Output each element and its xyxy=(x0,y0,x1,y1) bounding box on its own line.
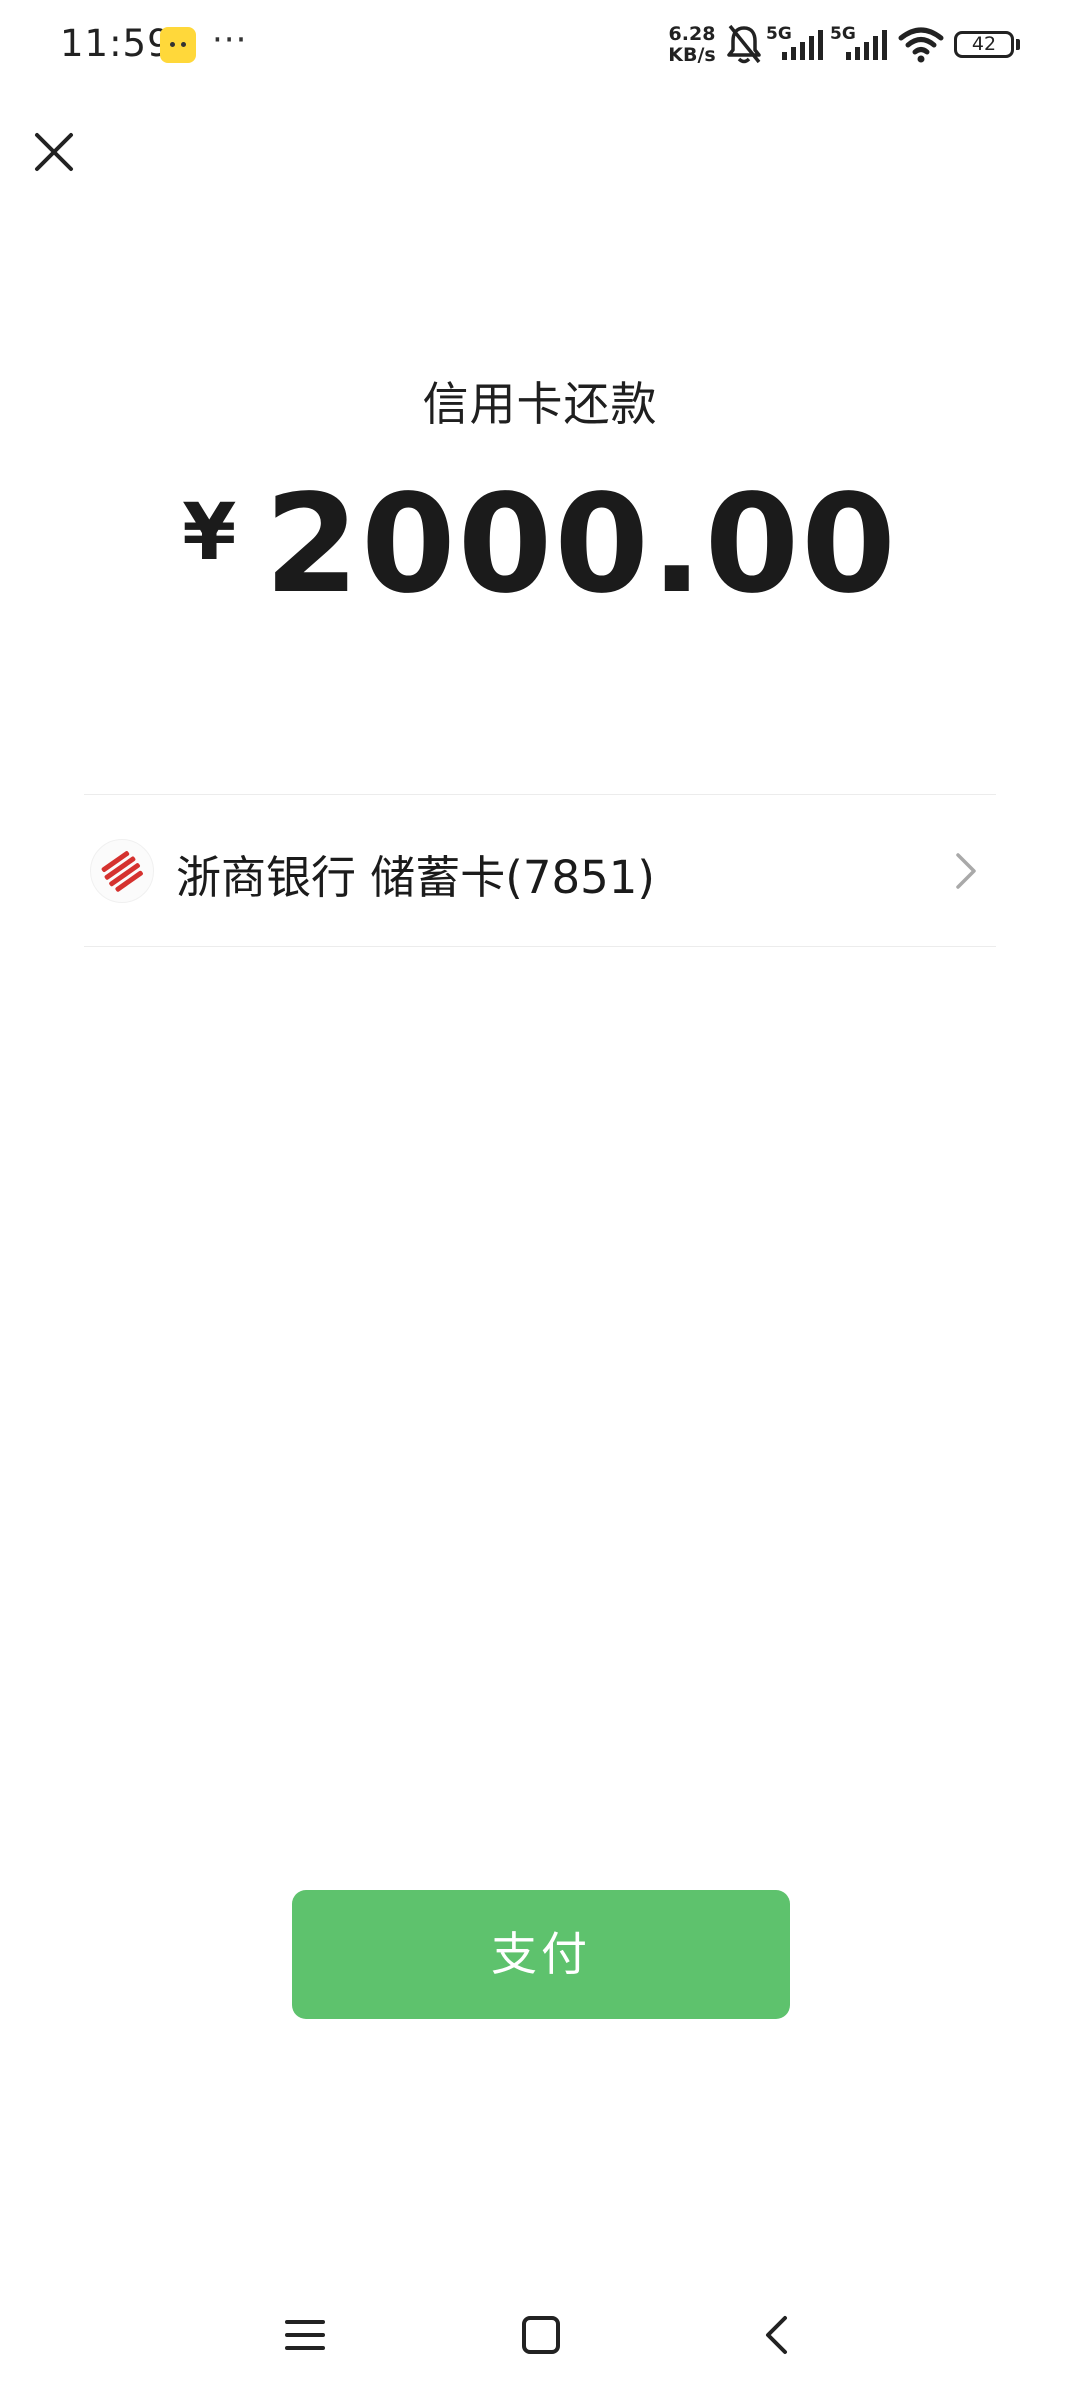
battery-tip-icon xyxy=(1016,39,1020,50)
network-speed-unit: KB/s xyxy=(668,44,716,66)
payment-method-selector[interactable]: 浙商银行 储蓄卡(7851) xyxy=(84,795,996,946)
close-icon xyxy=(35,133,73,171)
menu-icon[interactable] xyxy=(280,2310,330,2360)
status-time: 11:59 xyxy=(60,22,172,65)
bank-logo-icon xyxy=(101,851,143,892)
amount-value: 2000.00 xyxy=(264,466,898,624)
more-notifications-icon: ··· xyxy=(212,20,248,60)
bank-logo xyxy=(90,839,154,903)
payment-method-label: 浙商银行 储蓄卡(7851) xyxy=(176,851,655,904)
back-icon[interactable] xyxy=(752,2310,802,2360)
status-bar: 11:59 ··· 6.28 KB/s 5G 5G 42 xyxy=(0,0,1080,92)
wifi-icon xyxy=(898,27,944,63)
currency-symbol: ¥ xyxy=(182,488,237,578)
payment-page: 11:59 ··· 6.28 KB/s 5G 5G 42 信用卡还款 ¥ 200… xyxy=(0,0,1080,2400)
payment-amount: ¥2000.00 xyxy=(0,470,1080,620)
signal-strength-icon xyxy=(846,30,887,60)
app-notification-icon xyxy=(160,27,196,63)
close-button[interactable] xyxy=(22,120,86,184)
signal-strength-icon xyxy=(782,30,823,60)
network-speed: 6.28 KB/s xyxy=(664,24,720,66)
chevron-right-icon xyxy=(956,853,976,889)
mute-bell-icon xyxy=(727,24,761,64)
divider xyxy=(84,946,996,947)
network-speed-value: 6.28 xyxy=(668,23,716,45)
battery-indicator: 42 xyxy=(954,31,1014,58)
pay-button[interactable]: 支付 xyxy=(292,1890,790,2019)
home-icon[interactable] xyxy=(516,2310,566,2360)
page-title: 信用卡还款 xyxy=(422,377,658,431)
